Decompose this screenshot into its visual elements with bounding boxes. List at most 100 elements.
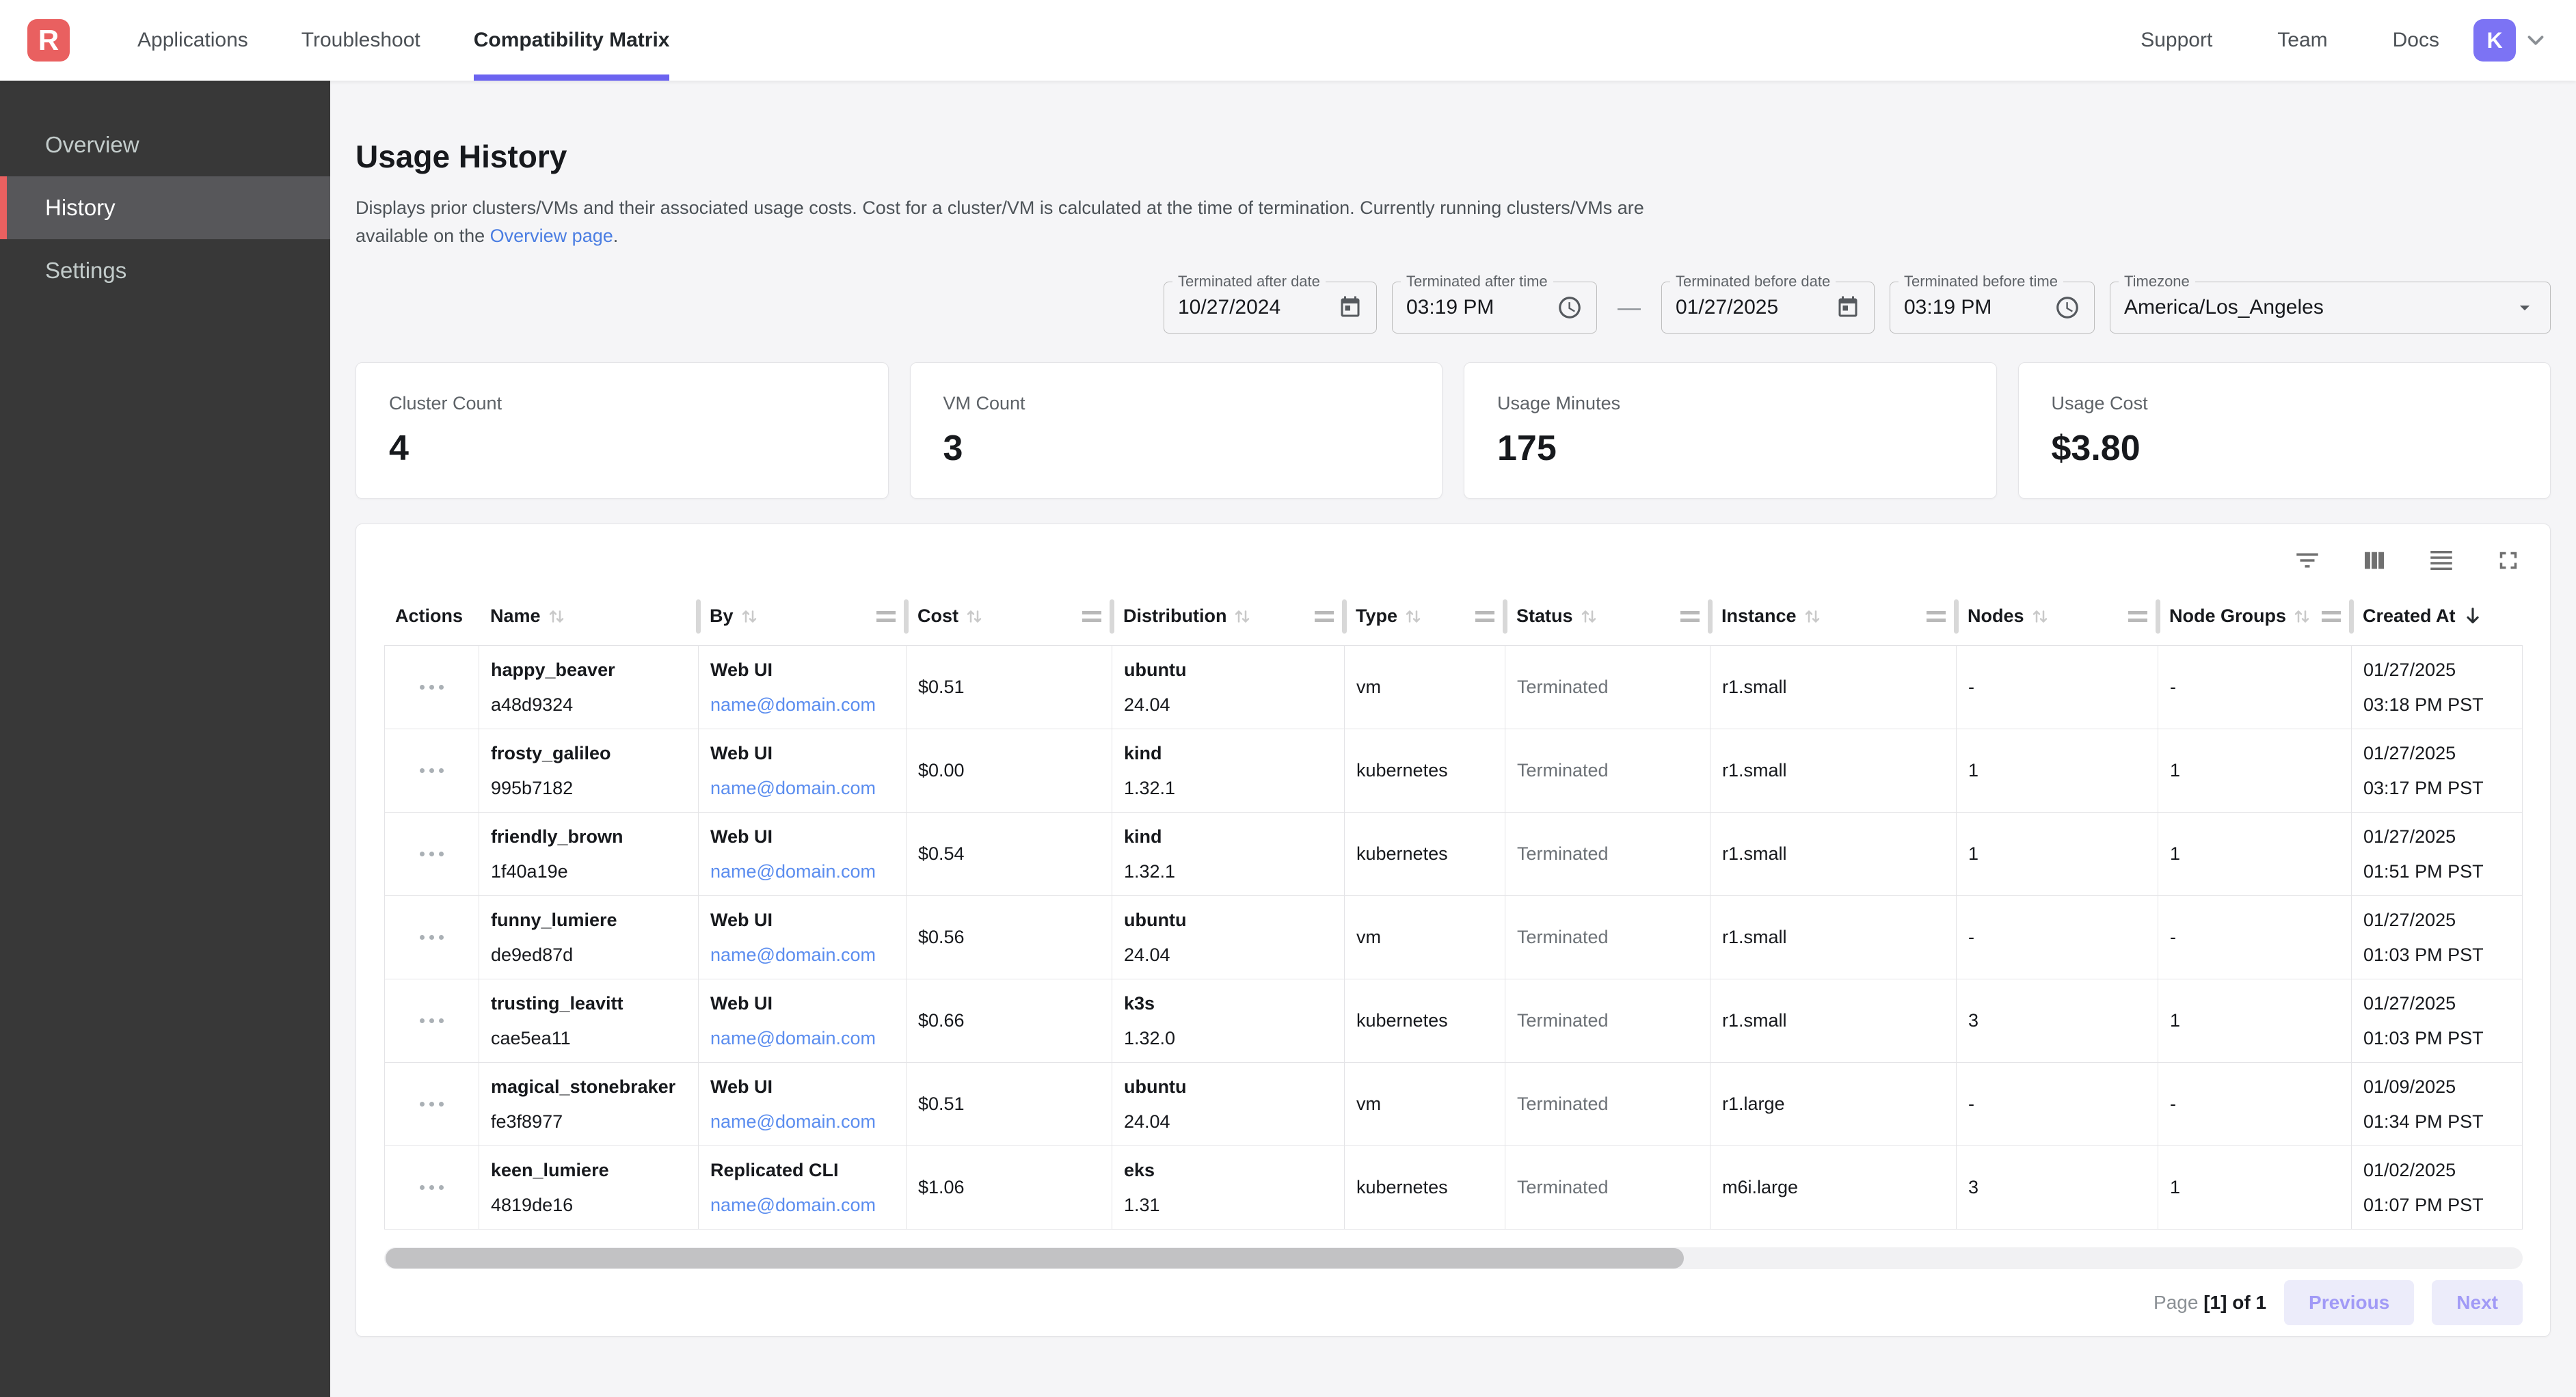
nav-tab-applications[interactable]: Applications [111, 0, 275, 81]
column-header-cost[interactable]: Cost [907, 587, 1112, 645]
next-page-button[interactable]: Next [2432, 1280, 2523, 1325]
sorted-descending-icon[interactable] [2461, 605, 2484, 628]
sort-icon[interactable] [2292, 606, 2312, 627]
row-actions-button[interactable] [416, 760, 448, 781]
nav-link-team[interactable]: Team [2277, 29, 2327, 52]
avatar[interactable]: K [2473, 19, 2516, 62]
row-actions-button[interactable] [416, 1094, 448, 1115]
column-header-status[interactable]: Status [1505, 587, 1710, 645]
table-cell: 1 [1957, 813, 2158, 895]
row-actions-button[interactable] [416, 843, 448, 865]
email-link[interactable]: name@domain.com [710, 1111, 894, 1132]
row-actions-button[interactable] [416, 1010, 448, 1031]
created-at-date: 01/27/2025 [2363, 660, 2510, 681]
calendar-icon[interactable] [1338, 295, 1363, 320]
column-header-created-at[interactable]: Created At [2352, 587, 2523, 645]
column-header-distribution[interactable]: Distribution [1112, 587, 1345, 645]
terminated-after-date-field[interactable]: Terminated after date 10/27/2024 [1164, 282, 1377, 334]
terminated-after-time-value[interactable]: 03:19 PM [1406, 296, 1494, 319]
table-cell: $1.06 [907, 1146, 1112, 1229]
clock-icon[interactable] [2054, 295, 2080, 321]
table-cell: r1.small [1710, 896, 1957, 979]
table-cell: kubernetes [1345, 979, 1505, 1062]
table-cell: kubernetes [1345, 1146, 1505, 1229]
fullscreen-icon[interactable] [2494, 546, 2523, 575]
calendar-icon[interactable] [1836, 295, 1860, 320]
column-header-node-groups[interactable]: Node Groups [2158, 587, 2352, 645]
column-handles [1082, 599, 1112, 634]
table-cell: ubuntu24.04 [1112, 896, 1345, 979]
column-header-name[interactable]: Name [479, 587, 699, 645]
instance: r1.small [1722, 927, 1944, 948]
table-cell: Replicated CLIname@domain.com [699, 1146, 907, 1229]
sort-icon[interactable] [1403, 606, 1423, 627]
email-link[interactable]: name@domain.com [710, 1028, 894, 1049]
sidebar-item-overview[interactable]: Overview [0, 113, 330, 176]
sort-icon[interactable] [1232, 606, 1252, 627]
sort-icon[interactable] [2030, 606, 2050, 627]
column-header-type[interactable]: Type [1345, 587, 1505, 645]
timezone-value[interactable]: America/Los_Angeles [2124, 296, 2324, 319]
row-actions-button[interactable] [416, 927, 448, 948]
email-link[interactable]: name@domain.com [710, 1195, 894, 1216]
caret-down-icon[interactable] [2513, 296, 2536, 319]
column-drag-handle[interactable] [1315, 611, 1334, 622]
column-drag-handle[interactable] [2128, 611, 2147, 622]
column-drag-handle[interactable] [1475, 611, 1494, 622]
terminated-after-time-field[interactable]: Terminated after time 03:19 PM [1392, 282, 1597, 334]
column-drag-handle[interactable] [1680, 611, 1700, 622]
terminated-after-time-label: Terminated after time [1401, 273, 1553, 290]
column-handles [2322, 599, 2352, 634]
table-cell: 01/27/202501:03 PM PST [2352, 896, 2523, 979]
sidebar-item-history[interactable]: History [0, 176, 330, 239]
replicated-logo[interactable]: R [27, 19, 70, 62]
created-by: Web UI [710, 993, 894, 1014]
column-header-nodes[interactable]: Nodes [1957, 587, 2158, 645]
sidebar-item-settings[interactable]: Settings [0, 239, 330, 302]
horizontal-scrollbar[interactable] [384, 1247, 2523, 1269]
column-drag-handle[interactable] [1082, 611, 1101, 622]
filter-icon[interactable] [2293, 546, 2322, 575]
show-hide-columns-icon[interactable] [2360, 546, 2389, 575]
chevron-down-icon[interactable] [2523, 27, 2549, 53]
terminated-before-time-field[interactable]: Terminated before time 03:19 PM [1890, 282, 2095, 334]
row-actions-button[interactable] [416, 677, 448, 698]
email-link[interactable]: name@domain.com [710, 861, 894, 882]
nav-link-support[interactable]: Support [2141, 29, 2212, 52]
column-drag-handle[interactable] [876, 611, 896, 622]
terminated-before-time-value[interactable]: 03:19 PM [1904, 296, 1991, 319]
sort-icon[interactable] [1802, 606, 1823, 627]
horizontal-scrollbar-thumb[interactable] [386, 1248, 1684, 1269]
sort-icon[interactable] [739, 606, 760, 627]
previous-page-button[interactable]: Previous [2284, 1280, 2414, 1325]
sort-icon[interactable] [546, 606, 567, 627]
sort-icon[interactable] [964, 606, 984, 627]
nav-tab-compatibility-matrix[interactable]: Compatibility Matrix [447, 0, 697, 81]
table-cell [384, 979, 479, 1062]
table-cell: funny_lumierede9ed87d [479, 896, 699, 979]
cluster-id: 4819de16 [491, 1195, 686, 1216]
nav-tab-troubleshoot[interactable]: Troubleshoot [275, 0, 447, 81]
created-at-time: 01:51 PM PST [2363, 861, 2510, 882]
sort-icon[interactable] [1579, 606, 1599, 627]
table-cell: Web UIname@domain.com [699, 813, 907, 895]
clock-icon[interactable] [1557, 295, 1583, 321]
terminated-before-date-value[interactable]: 01/27/2025 [1676, 296, 1778, 319]
overview-page-link[interactable]: Overview page [490, 226, 613, 246]
email-link[interactable]: name@domain.com [710, 945, 894, 966]
column-label: Type [1356, 606, 1397, 627]
email-link[interactable]: name@domain.com [710, 694, 894, 716]
density-icon[interactable] [2427, 546, 2456, 575]
email-link[interactable]: name@domain.com [710, 778, 894, 799]
table-cell [384, 896, 479, 979]
terminated-after-date-value[interactable]: 10/27/2024 [1178, 296, 1280, 319]
timezone-select[interactable]: Timezone America/Los_Angeles [2110, 282, 2551, 334]
row-actions-button[interactable] [416, 1177, 448, 1198]
column-header-actions: Actions [384, 587, 479, 645]
nav-link-docs[interactable]: Docs [2393, 29, 2439, 52]
column-header-instance[interactable]: Instance [1710, 587, 1957, 645]
column-drag-handle[interactable] [2322, 611, 2341, 622]
terminated-before-date-field[interactable]: Terminated before date 01/27/2025 [1661, 282, 1875, 334]
column-header-by[interactable]: By [699, 587, 907, 645]
column-drag-handle[interactable] [1927, 611, 1946, 622]
